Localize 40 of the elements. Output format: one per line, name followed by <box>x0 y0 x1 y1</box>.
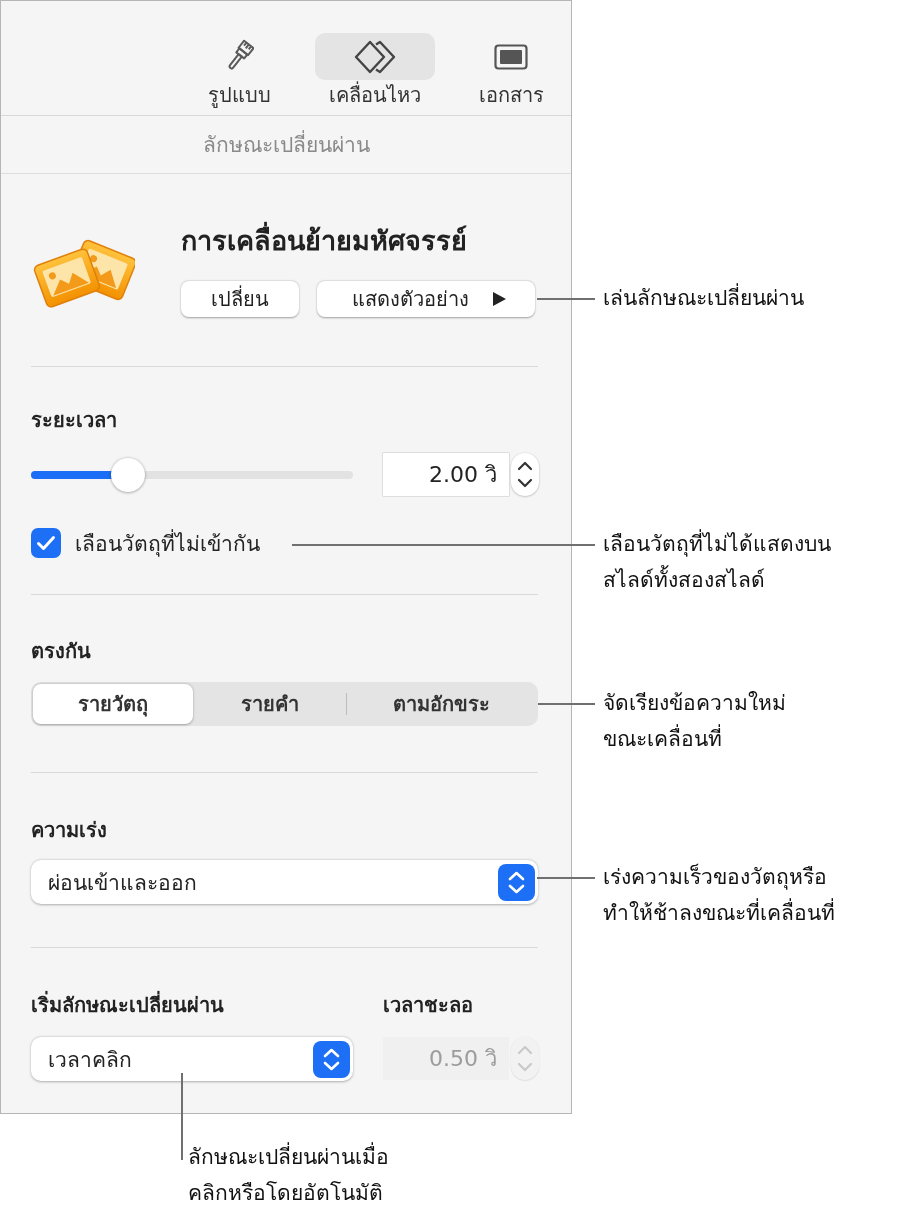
segment[interactable]: รายคำ <box>193 684 346 724</box>
callout-text: ลักษณะเปลี่ยนผ่านเมื่อ คลิกหรือโดยอัตโนมัติ <box>188 1139 389 1211</box>
dropdown[interactable]: เวลาคลิก <box>31 1037 353 1081</box>
slider-track[interactable] <box>31 470 353 479</box>
checkbox[interactable] <box>31 528 61 558</box>
section-title: ลักษณะเปลี่ยนผ่าน <box>1 116 571 174</box>
checkmark-icon <box>36 535 56 551</box>
segment[interactable]: รายวัตถุ <box>33 684 193 724</box>
inspector-tab[interactable]: เอกสาร <box>451 33 571 115</box>
segment[interactable]: ตามอักขระ <box>346 684 536 724</box>
leader-line <box>537 877 595 879</box>
checkbox-label: เลือนวัตถุที่ไม่เข้ากัน <box>75 528 260 559</box>
chevron-up-icon <box>517 1044 533 1055</box>
leader-line <box>537 298 595 300</box>
section-label: ตรงกัน <box>31 638 92 665</box>
overlapping-diamonds-icon <box>354 39 396 74</box>
up-down-arrows-icon <box>313 1040 350 1078</box>
callout-text: จัดเรียงข้อความใหม่ ขณะเคลื่อนที่ <box>603 690 786 753</box>
inspector-tab[interactable]: รูปแบบ <box>179 33 299 115</box>
up-down-arrows-icon <box>498 863 535 901</box>
section-label: ความเร่ง <box>31 817 108 844</box>
change-button[interactable]: เปลี่ยน <box>181 281 299 317</box>
chevron-up-icon <box>517 460 533 471</box>
section-label: ระยะเวลา <box>31 407 118 434</box>
section-label: เริ่มลักษณะเปลี่ยนผ่าน <box>31 991 225 1019</box>
leader-line <box>538 703 595 705</box>
chevron-down-icon <box>517 1062 533 1073</box>
transition-name: การเคลื่อนย้ายมหัศจรรย์ <box>181 221 535 261</box>
slide-icon <box>494 43 528 70</box>
callout-text: เร่งความเร็วของวัตถุหรือ ทำให้ช้าลงขณะที่เคลื่อนที่ <box>603 862 835 927</box>
number-field[interactable]: 2.00 วิ <box>383 453 509 496</box>
dropdown[interactable]: ผ่อนเข้าและออก <box>31 860 538 904</box>
stepper[interactable] <box>511 453 539 496</box>
preview-button[interactable]: แสดงตัวอย่าง <box>317 281 535 317</box>
play-icon <box>490 291 507 307</box>
callout-text: เล่นลักษณะเปลี่ยนผ่าน <box>603 280 804 316</box>
slider-thumb[interactable] <box>110 457 145 492</box>
callout-text: เลือนวัตถุที่ไม่ได้แสดงบน สไลด์ทั้งสองสไลด์ <box>603 526 831 598</box>
section-label: เวลาชะลอ <box>383 992 474 1019</box>
chevron-down-icon <box>517 478 533 489</box>
